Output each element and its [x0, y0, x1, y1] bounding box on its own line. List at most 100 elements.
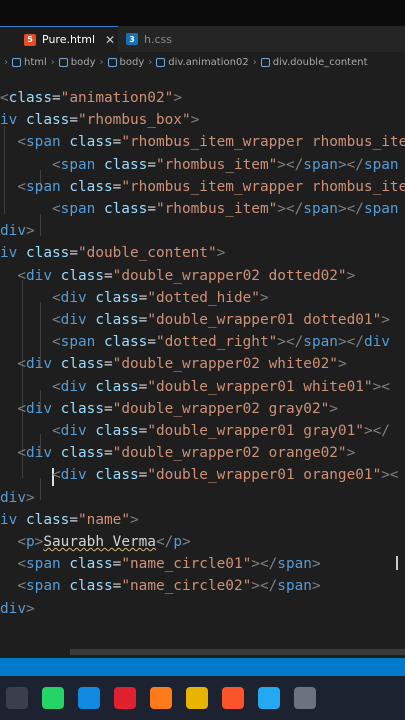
- tab-h-css[interactable]: 3 h.css: [118, 26, 190, 52]
- code-token: >: [216, 245, 226, 262]
- code-line: <span class="rhombus_item_wrapper rhombu…: [0, 176, 405, 198]
- code-token: class: [95, 423, 139, 439]
- element-tag-icon: [260, 57, 270, 67]
- code-token: >: [173, 90, 182, 106]
- code-token: =: [104, 267, 113, 284]
- code-token: "animation02": [60, 90, 174, 106]
- breadcrumb-item[interactable]: body: [58, 57, 96, 68]
- code-token: =: [104, 356, 113, 373]
- code-line: <span class="dotted_right"></span></div: [0, 331, 390, 353]
- breadcrumb-item[interactable]: div.animation02: [156, 57, 249, 68]
- windows-taskbar: [0, 676, 405, 720]
- code-token: "rhombus_item": [155, 156, 278, 173]
- code-token: >: [26, 489, 35, 506]
- code-token: >: [337, 356, 347, 373]
- code-token: span: [26, 578, 61, 595]
- breadcrumb-item[interactable]: div.double_content: [260, 57, 368, 68]
- code-token: =: [147, 334, 156, 351]
- code-token: =: [52, 90, 61, 106]
- code-token: span: [26, 134, 61, 151]
- code-line: <div class="double_wrapper01 dotted01">: [0, 309, 390, 331]
- code-token: <: [51, 312, 61, 328]
- code-token: div: [0, 600, 26, 617]
- code-token: class: [26, 245, 70, 262]
- code-token: p: [173, 534, 182, 550]
- code-editor[interactable]: <class="animation02"> iv class="rhombus_b…: [0, 82, 405, 650]
- code-line: <div class="dotted_hide">: [0, 287, 269, 309]
- code-line: div>: [0, 220, 35, 242]
- tab-label: h.css: [144, 32, 172, 46]
- tab-pure-html[interactable]: 5 Pure.html ✕: [0, 26, 118, 52]
- code-token: span: [303, 156, 338, 173]
- code-token: "double_content": [78, 245, 217, 262]
- code-line: <div class="double_wrapper01 orange01"><: [0, 464, 399, 486]
- horizontal-scrollbar-thumb[interactable]: [70, 649, 405, 655]
- code-token: <: [51, 156, 61, 173]
- code-token: class: [95, 467, 139, 484]
- code-token: "double_wrapper01 orange01": [147, 467, 382, 484]
- settings-icon[interactable]: [294, 687, 316, 709]
- code-token: <: [17, 134, 26, 151]
- code-token: span: [60, 201, 96, 217]
- code-token: ><: [381, 467, 399, 484]
- code-token: >: [26, 600, 35, 617]
- code-token: =: [69, 245, 78, 262]
- code-token: "double_wrapper01 white01": [147, 378, 373, 395]
- code-token: <: [17, 445, 26, 462]
- code-token: ></: [363, 423, 390, 439]
- code-token: =: [104, 400, 113, 417]
- code-token: class: [8, 90, 52, 106]
- code-line: <div class="double_wrapper02 orange02">: [0, 442, 355, 464]
- code-token: =: [147, 156, 156, 173]
- code-token: <: [51, 378, 61, 395]
- code-token: ></: [277, 156, 304, 173]
- code-token: class: [95, 289, 139, 306]
- code-token: ></: [251, 556, 278, 573]
- code-token: div: [26, 267, 52, 284]
- code-line: <span class="name_circle01"></span>: [0, 553, 320, 575]
- breadcrumb-separator: ›: [50, 56, 55, 68]
- brave-icon[interactable]: [222, 687, 244, 709]
- code-token: p: [26, 534, 35, 550]
- code-token: ></: [337, 334, 364, 351]
- vscode-icon[interactable]: [258, 687, 280, 709]
- code-token: <: [51, 201, 61, 217]
- breadcrumb-item[interactable]: body: [107, 57, 144, 68]
- top-black-bar: [0, 0, 405, 26]
- code-token: "rhombus_item": [155, 201, 278, 217]
- breadcrumb-separator: ›: [148, 56, 153, 68]
- css3-icon: 3: [126, 33, 138, 45]
- code-token: Saurabh Verma: [43, 534, 156, 550]
- code-token: class: [69, 556, 113, 573]
- code-line: <class="animation02">: [0, 87, 182, 109]
- code-token: class: [103, 334, 148, 351]
- file-explorer-window-icon[interactable]: [6, 687, 28, 709]
- close-icon[interactable]: ✕: [105, 33, 115, 47]
- code-token: class: [60, 267, 104, 284]
- code-line: <p>Saurabh Verma</p>: [0, 531, 191, 553]
- firefox-icon[interactable]: [150, 687, 172, 709]
- code-token: iv: [0, 112, 18, 129]
- code-token: >: [181, 534, 191, 550]
- code-token: <: [51, 467, 61, 484]
- code-token: class: [69, 134, 113, 151]
- breadcrumb-item[interactable]: html: [12, 57, 47, 68]
- chrome-icon[interactable]: [186, 687, 208, 709]
- code-token: span: [60, 334, 96, 351]
- code-token: <: [51, 423, 61, 439]
- edge-icon[interactable]: [78, 687, 100, 709]
- opera-icon[interactable]: [114, 687, 136, 709]
- code-token: >: [346, 445, 356, 462]
- whatsapp-icon[interactable]: [42, 687, 64, 709]
- code-token: class: [26, 112, 70, 129]
